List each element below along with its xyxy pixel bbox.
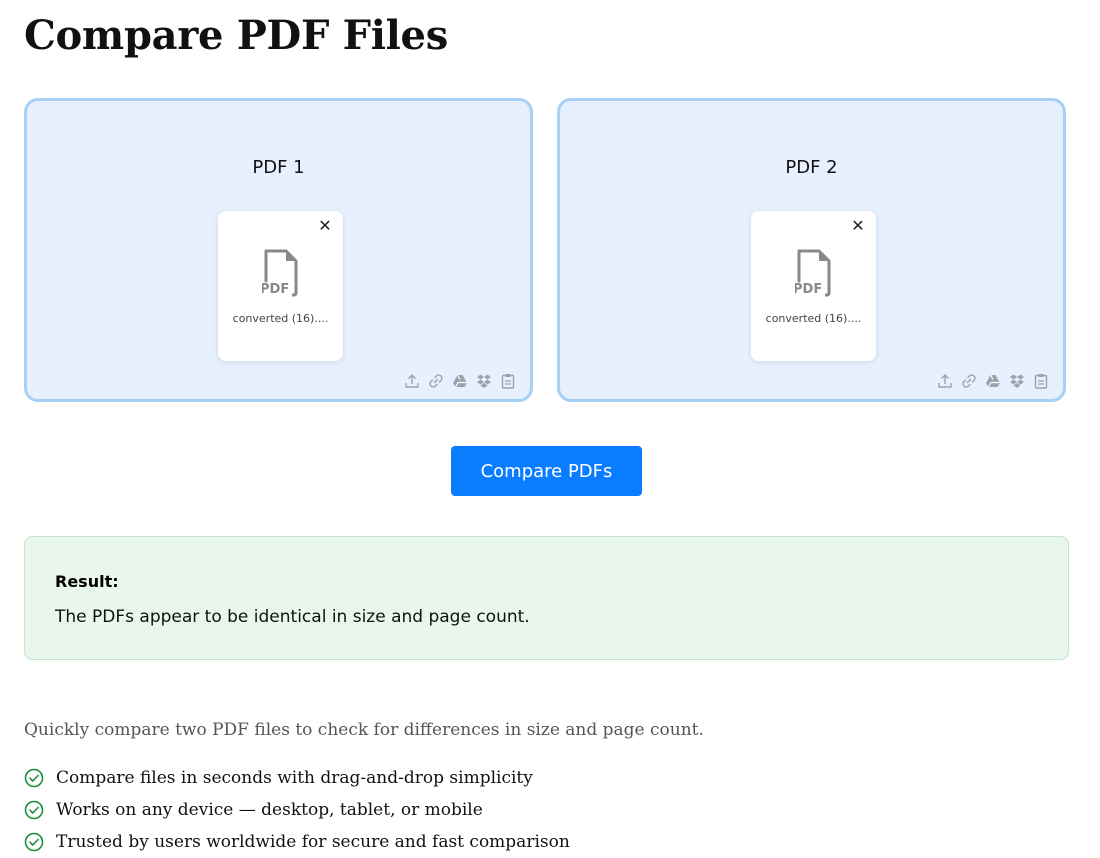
clipboard-icon[interactable] (500, 373, 516, 389)
link-icon[interactable] (428, 373, 444, 389)
pdf-file-icon: PDF (262, 249, 298, 297)
feature-text: Trusted by users worldwide for secure an… (56, 832, 570, 852)
file-name: converted (16).... (765, 312, 862, 325)
google-drive-icon[interactable] (452, 373, 468, 389)
upload-icon[interactable] (937, 373, 953, 389)
check-circle-icon (24, 768, 44, 788)
list-item: Trusted by users worldwide for secure an… (24, 826, 570, 858)
drop-zone-pdf2[interactable]: PDF 2 ✕ PDF converted (16).... (557, 98, 1066, 402)
feature-text: Works on any device — desktop, tablet, o… (56, 800, 483, 820)
upload-icon[interactable] (404, 373, 420, 389)
drop-zone-title: PDF 2 (785, 157, 838, 178)
link-icon[interactable] (961, 373, 977, 389)
pdf-badge-text: PDF (262, 282, 289, 297)
feature-text: Compare files in seconds with drag-and-d… (56, 768, 533, 788)
file-card: ✕ PDF converted (16).... (751, 211, 876, 361)
feature-list: Compare files in seconds with drag-and-d… (24, 762, 570, 858)
file-name: converted (16).... (232, 312, 329, 325)
description: Quickly compare two PDF files to check f… (24, 720, 704, 740)
drop-zone-title: PDF 1 (252, 157, 305, 178)
list-item: Works on any device — desktop, tablet, o… (24, 794, 570, 826)
google-drive-icon[interactable] (985, 373, 1001, 389)
remove-file-button[interactable]: ✕ (317, 219, 333, 235)
list-item: Compare files in seconds with drag-and-d… (24, 762, 570, 794)
file-card: ✕ PDF converted (16).... (218, 211, 343, 361)
check-circle-icon (24, 832, 44, 852)
remove-file-button[interactable]: ✕ (850, 219, 866, 235)
source-icons (404, 373, 516, 389)
dropbox-icon[interactable] (476, 373, 492, 389)
clipboard-icon[interactable] (1033, 373, 1049, 389)
result-panel: Result: The PDFs appear to be identical … (24, 536, 1069, 660)
dropbox-icon[interactable] (1009, 373, 1025, 389)
check-circle-icon (24, 800, 44, 820)
result-label: Result: (55, 572, 119, 591)
drop-zone-pdf1[interactable]: PDF 1 ✕ PDF converted (16).... (24, 98, 533, 402)
compare-pdfs-button[interactable]: Compare PDFs (451, 446, 642, 496)
page-title: Compare PDF Files (24, 12, 448, 59)
pdf-badge-text: PDF (795, 282, 822, 297)
result-text: The PDFs appear to be identical in size … (55, 607, 530, 627)
pdf-file-icon: PDF (795, 249, 831, 297)
source-icons (937, 373, 1049, 389)
